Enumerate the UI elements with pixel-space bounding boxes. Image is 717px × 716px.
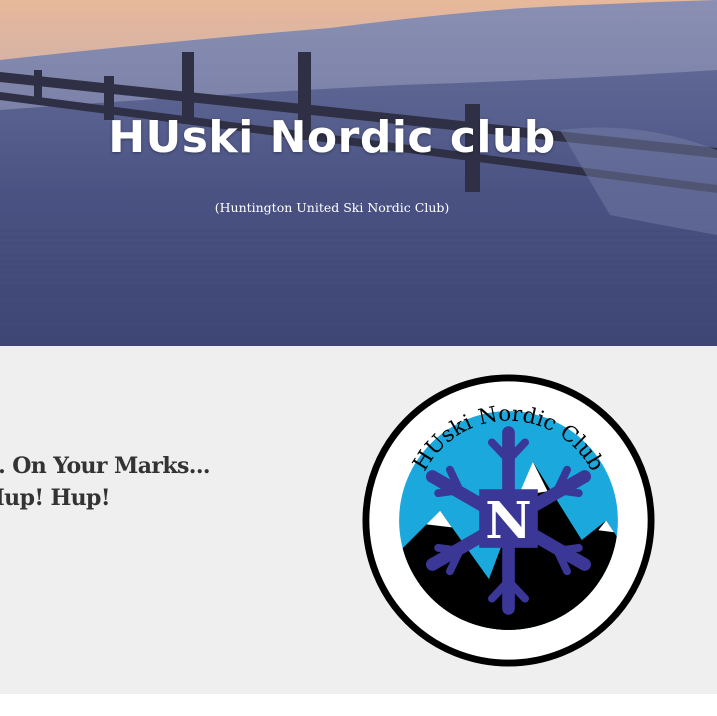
tagline-line-1: ... On Your Marks... [0,453,211,479]
intro-section: ... On Your Marks... Hup! Hup! [0,346,717,694]
page-bottom [0,694,717,716]
logo-letter: N [485,490,531,550]
club-logo: N HUski Nordic Club [362,374,655,667]
tagline: ... On Your Marks... Hup! Hup! [0,450,314,514]
hero-background-image [0,0,717,346]
site-subtitle: (Huntington United Ski Nordic Club) [214,200,450,215]
hero-banner: HUski Nordic club (Huntington United Ski… [0,0,717,346]
site-title: HUski Nordic club [108,112,556,163]
tagline-line-2: Hup! Hup! [0,485,111,511]
